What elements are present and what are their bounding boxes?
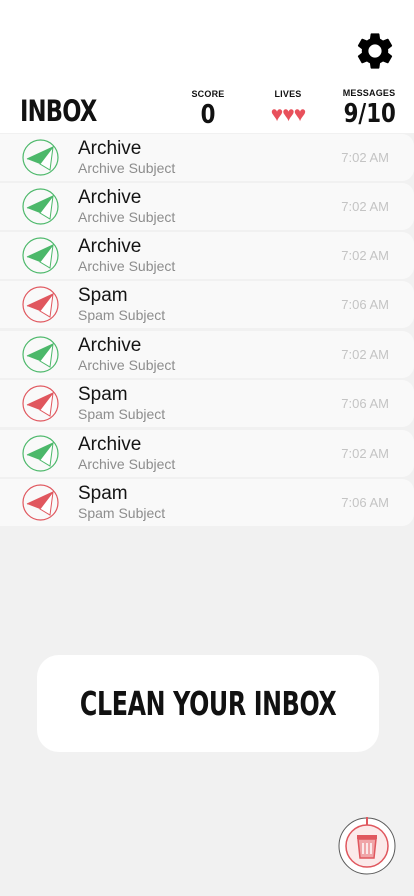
message-subject: Archive Subject [78, 258, 176, 274]
message-type: Archive [78, 335, 142, 356]
message-row[interactable]: Spam Spam Subject 7:06 AM [0, 479, 414, 526]
message-type: Archive [78, 138, 142, 159]
lives-display: LIVES ♥♥♥ [258, 89, 318, 127]
message-time: 7:02 AM [341, 446, 389, 461]
clean-inbox-button[interactable]: CLEAN YOUR INBOX [37, 655, 379, 752]
paper-plane-icon [22, 484, 59, 521]
message-row[interactable]: Spam Spam Subject 7:06 AM [0, 380, 414, 427]
paper-plane-icon [22, 435, 59, 472]
message-row[interactable]: Archive Archive Subject 7:02 AM [0, 183, 414, 230]
message-type: Spam [78, 483, 128, 504]
message-row[interactable]: Archive Archive Subject 7:02 AM [0, 430, 414, 477]
message-time: 7:06 AM [341, 396, 389, 411]
message-subject: Archive Subject [78, 209, 176, 225]
message-row[interactable]: Archive Archive Subject 7:02 AM [0, 232, 414, 279]
paper-plane-icon [22, 385, 59, 422]
message-time: 7:02 AM [341, 248, 389, 263]
message-type: Archive [78, 236, 142, 257]
paper-plane-icon [22, 237, 59, 274]
message-type: Archive [78, 434, 142, 455]
gear-icon[interactable] [353, 29, 397, 73]
message-subject: Spam Subject [78, 505, 166, 521]
paper-plane-icon [22, 188, 59, 225]
trash-badge-icon[interactable] [338, 817, 396, 875]
message-subject: Spam Subject [78, 406, 166, 422]
heart-icons: ♥♥♥ [270, 103, 306, 126]
lives-label: LIVES [274, 89, 302, 99]
message-type: Spam [78, 285, 128, 306]
messages-display: MESSAGES 9/10 [338, 88, 400, 129]
message-subject: Spam Subject [78, 307, 166, 323]
score-value: 0 [200, 100, 216, 130]
message-row[interactable]: Archive Archive Subject 7:02 AM [0, 331, 414, 378]
messages-label: MESSAGES [342, 88, 396, 98]
message-row[interactable]: Archive Archive Subject 7:02 AM [0, 134, 414, 181]
message-time: 7:02 AM [341, 199, 389, 214]
paper-plane-icon [22, 286, 59, 323]
messages-value: 9/10 [343, 99, 396, 129]
paper-plane-icon [22, 139, 59, 176]
score-label: SCORE [191, 89, 225, 99]
message-type: Spam [78, 384, 128, 405]
score-display: SCORE 0 [186, 89, 230, 130]
message-subject: Archive Subject [78, 456, 176, 472]
top-bar: INBOX SCORE 0 LIVES ♥♥♥ MESSAGES 9/10 [0, 0, 414, 133]
message-subject: Archive Subject [78, 160, 176, 176]
message-time: 7:06 AM [341, 495, 389, 510]
message-subject: Archive Subject [78, 357, 176, 373]
paper-plane-icon [22, 336, 59, 373]
page-title: INBOX [20, 94, 97, 128]
message-row[interactable]: Spam Spam Subject 7:06 AM [0, 281, 414, 328]
message-time: 7:02 AM [341, 150, 389, 165]
message-time: 7:06 AM [341, 297, 389, 312]
message-type: Archive [78, 187, 142, 208]
clean-inbox-label: CLEAN YOUR INBOX [79, 684, 337, 723]
message-time: 7:02 AM [341, 347, 389, 362]
